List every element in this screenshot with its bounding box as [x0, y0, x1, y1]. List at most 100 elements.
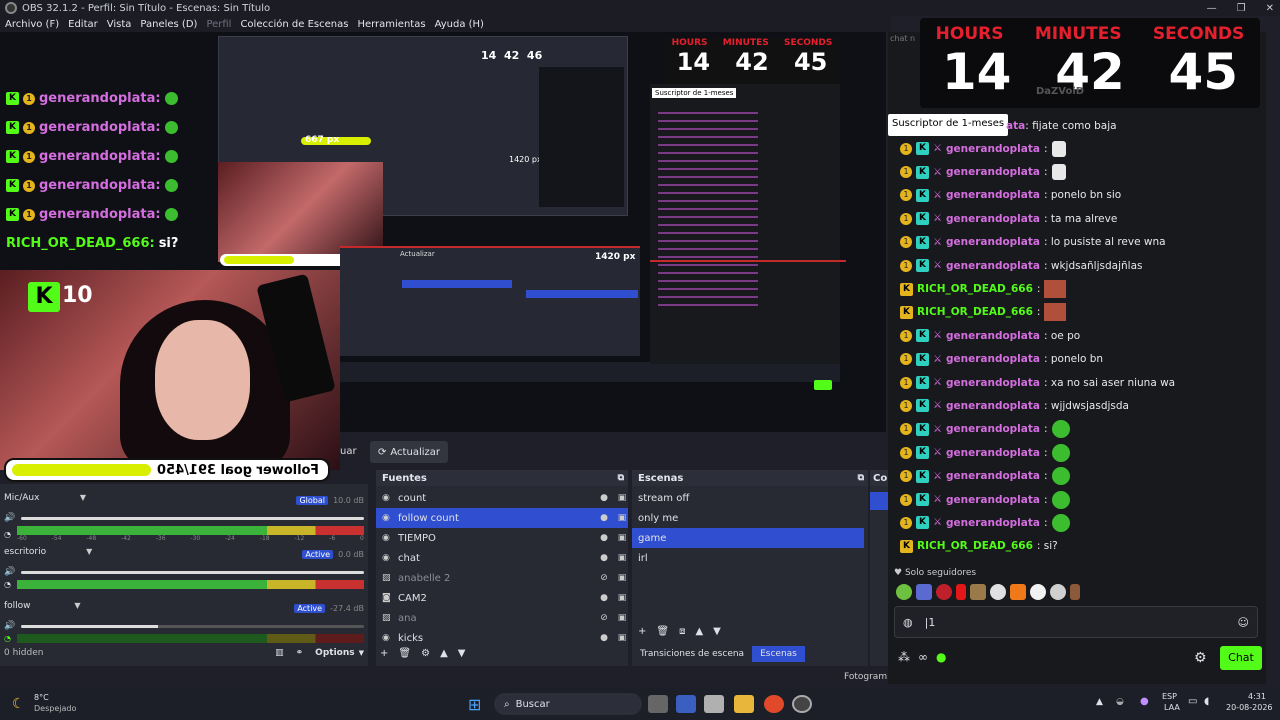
chat-username[interactable]: generandoplata — [946, 517, 1040, 529]
chat-input[interactable]: ◍ |1 ☺ — [894, 606, 1258, 638]
settings-gear-icon[interactable]: ⚙ — [1194, 650, 1207, 666]
source-item[interactable]: ◙ CAM2 ● ▣ — [376, 588, 628, 608]
emote-icon[interactable] — [990, 584, 1006, 600]
chat-username[interactable]: RICH_OR_DEAD_666 — [917, 306, 1033, 318]
chat-username[interactable]: generandoplata — [946, 470, 1040, 482]
app-icon[interactable] — [676, 695, 696, 713]
lock-icon[interactable]: ▣ — [616, 493, 628, 503]
maximize-icon[interactable]: ❐ — [1237, 3, 1246, 14]
chat-username[interactable]: generandoplata — [946, 423, 1040, 435]
source-item[interactable]: ◉ count ● ▣ — [376, 488, 628, 508]
clock-date[interactable]: 20-08-2026 — [1226, 703, 1273, 712]
tray-app-icon[interactable]: ◒ — [1116, 697, 1124, 707]
chrome-icon[interactable] — [764, 695, 784, 713]
volume-icon[interactable]: 🔊 — [4, 567, 15, 577]
scene-item[interactable]: irl — [632, 548, 864, 568]
gear-icon[interactable]: ⚙ — [421, 648, 430, 659]
lock-icon[interactable]: ▣ — [616, 593, 628, 603]
eye-icon[interactable]: ● — [598, 593, 610, 603]
options-button[interactable]: Options — [315, 648, 354, 658]
tray-chevron-icon[interactable]: ▲ — [1096, 697, 1103, 707]
lock-icon[interactable]: ▣ — [616, 633, 628, 643]
volume-icon[interactable]: 🔊 — [4, 621, 15, 631]
layout-icon[interactable]: ▥ — [275, 648, 284, 658]
eye-hidden-icon[interactable]: ⊘ — [598, 613, 610, 623]
chat-username[interactable]: RICH_OR_DEAD_666 — [917, 283, 1033, 295]
eye-icon[interactable]: ● — [598, 513, 610, 523]
chevron-down-icon[interactable]: ▼ — [713, 626, 721, 637]
chat-username[interactable]: RICH_OR_DEAD_666 — [917, 540, 1033, 552]
chat-username[interactable]: generandoplata — [946, 189, 1040, 201]
chat-username[interactable]: generandoplata — [946, 353, 1040, 365]
lock-icon[interactable]: ▣ — [616, 553, 628, 563]
volume-slider[interactable] — [21, 570, 364, 574]
eye-icon[interactable]: ● — [598, 553, 610, 563]
menu-paneles[interactable]: Paneles (D) — [140, 19, 197, 30]
gift-icon[interactable]: ⁂ — [898, 650, 910, 664]
emote-icon[interactable] — [1030, 584, 1046, 600]
dock-menu-icon[interactable]: ⧉ — [858, 473, 864, 483]
emote-icon[interactable] — [956, 584, 966, 600]
tab-transitions[interactable]: Transiciones de escena — [632, 649, 752, 659]
emote-icon[interactable] — [1050, 584, 1066, 600]
folder-icon[interactable] — [734, 695, 754, 713]
source-item[interactable]: ▨ ana ⊘ ▣ — [376, 608, 628, 628]
chevron-up-icon[interactable]: ▲ — [695, 626, 703, 637]
lock-icon[interactable]: ▣ — [616, 613, 628, 623]
taskview-icon[interactable] — [648, 695, 668, 713]
chat-username[interactable]: generandoplata — [946, 377, 1040, 389]
tab-scenes[interactable]: Escenas — [752, 646, 805, 662]
menu-herramientas[interactable]: Herramientas — [357, 19, 425, 30]
menu-coleccion[interactable]: Colección de Escenas — [240, 19, 348, 30]
source-item[interactable]: ◉ follow count ● ▣ — [376, 508, 628, 528]
update-button[interactable]: ⟳ Actualizar — [370, 441, 448, 463]
trash-icon[interactable]: 🗑 — [656, 626, 669, 637]
eye-icon[interactable]: ● — [598, 533, 610, 543]
source-item[interactable]: ▨ anabelle 2 ⊘ ▣ — [376, 568, 628, 588]
app-icon[interactable] — [704, 695, 724, 713]
add-icon[interactable]: + — [380, 648, 388, 659]
prev-update-partial[interactable]: uar — [340, 446, 357, 457]
volume-icon[interactable]: 🔊 — [4, 513, 15, 523]
kick-icon[interactable]: ● — [936, 650, 946, 664]
network-icon[interactable]: ▭ — [1188, 696, 1197, 707]
volume-icon[interactable]: ◖ — [1204, 696, 1209, 707]
lock-icon[interactable]: ▣ — [616, 513, 628, 523]
chat-username[interactable]: generandoplata — [946, 213, 1040, 225]
scene-item[interactable]: game — [632, 528, 864, 548]
timer-icon[interactable]: ◍ — [903, 616, 913, 629]
weather-temp[interactable]: 8°C — [34, 693, 49, 702]
taskbar-search[interactable]: ⌕ Buscar — [494, 693, 642, 715]
menu-ayuda[interactable]: Ayuda (H) — [435, 19, 484, 30]
weather-desc[interactable]: Despejado — [34, 704, 76, 713]
clock-time[interactable]: 4:31 — [1248, 692, 1266, 701]
obs-icon[interactable] — [792, 695, 812, 713]
add-icon[interactable]: + — [638, 626, 646, 637]
chevron-down-icon[interactable]: ▼ — [458, 648, 466, 659]
send-chat-button[interactable]: Chat — [1220, 646, 1262, 670]
windows-start-icon[interactable]: ⊞ — [468, 695, 481, 714]
chevron-down-icon[interactable]: ▼ — [74, 601, 80, 610]
microphone-icon[interactable]: ● — [1140, 696, 1149, 707]
filter-icon[interactable]: ⧈ — [679, 626, 685, 637]
chat-username[interactable]: generandoplata — [946, 236, 1040, 248]
infinity-icon[interactable]: ∞ — [918, 650, 928, 664]
scene-item[interactable]: only me — [632, 508, 864, 528]
lock-icon[interactable]: ▣ — [616, 573, 628, 583]
chevron-down-icon[interactable]: ▼ — [80, 493, 86, 502]
menu-archivo[interactable]: Archivo (F) — [5, 19, 59, 30]
emoji-icon[interactable]: ☺ — [1238, 616, 1249, 629]
mic-icon[interactable]: ◔ — [4, 530, 11, 539]
volume-slider[interactable] — [21, 516, 364, 520]
emote-icon[interactable] — [1010, 584, 1026, 600]
emote-icon[interactable] — [916, 584, 932, 600]
chat-username[interactable]: generandoplata — [946, 143, 1040, 155]
volume-slider[interactable] — [21, 624, 364, 628]
scrollbar[interactable] — [1268, 32, 1280, 688]
chevron-down-icon[interactable]: ▼ — [86, 547, 92, 556]
chat-username[interactable]: generandoplata — [946, 330, 1040, 342]
eye-icon[interactable]: ● — [598, 633, 610, 643]
mic-icon[interactable]: ◔ — [4, 634, 11, 643]
source-item[interactable]: ◉ TIEMPO ● ▣ — [376, 528, 628, 548]
emote-icon[interactable] — [1070, 584, 1080, 600]
